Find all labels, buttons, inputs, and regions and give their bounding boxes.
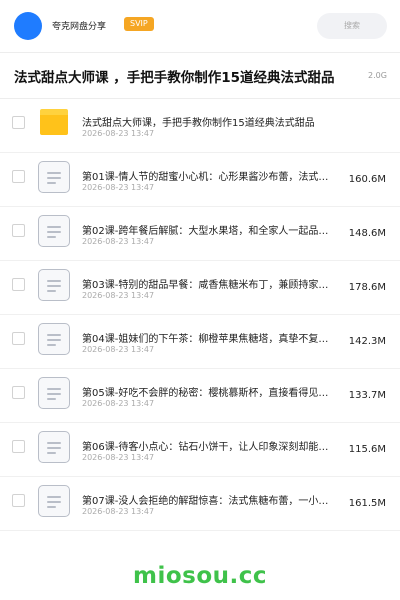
document-icon: [38, 431, 70, 463]
row-checkbox[interactable]: [12, 116, 25, 129]
watermark: miosou.cc: [132, 563, 268, 589]
folder-row[interactable]: 法式甜点大师课，手把手教你制作15道经典法式甜品 2026-08-23 13:47: [0, 99, 400, 153]
svip-badge[interactable]: SVIP: [124, 17, 154, 31]
document-icon: [38, 161, 70, 193]
file-size: 142.3M: [348, 336, 386, 347]
file-name[interactable]: 第06课-待客小点心：钻石小饼干，让人印象深刻却能…: [82, 438, 352, 453]
total-size: 2.0G: [368, 71, 387, 80]
file-name[interactable]: 第07课-没人会拒绝的解甜惊喜：法式焦糖布蕾，一小…: [82, 492, 352, 507]
file-row[interactable]: 第03课-特别的甜品早餐：咸香焦糖米布丁，兼顾持家… 2026-08-23 13:…: [0, 261, 400, 315]
document-icon: [38, 485, 70, 517]
avatar[interactable]: [14, 12, 42, 40]
file-size: 115.6M: [348, 444, 386, 455]
file-name[interactable]: 第01课-情人节的甜蜜小心机：心形果酱沙布蕾，法式…: [82, 168, 352, 183]
file-date: 2026-08-23 13:47: [82, 291, 155, 300]
site-name: 夸克网盘分享: [52, 22, 107, 32]
page-title: 法式甜点大师课 ，手把手教你制作15道经典法式甜品: [14, 70, 335, 86]
row-checkbox[interactable]: [12, 170, 25, 183]
row-checkbox[interactable]: [12, 440, 25, 453]
file-date: 2026-08-23 13:47: [82, 345, 155, 354]
file-date: 2026-08-23 13:47: [82, 399, 155, 408]
file-row[interactable]: 第07课-没人会拒绝的解甜惊喜：法式焦糖布蕾，一小… 2026-08-23 13:…: [0, 477, 400, 531]
file-name[interactable]: 第03课-特别的甜品早餐：咸香焦糖米布丁，兼顾持家…: [82, 276, 352, 291]
file-size: 133.7M: [348, 390, 386, 401]
row-checkbox[interactable]: [12, 332, 25, 345]
row-checkbox[interactable]: [12, 224, 25, 237]
file-row[interactable]: 第05课-好吃不会胖的秘密：樱桃慕斯杯，直接看得见… 2026-08-23 13:…: [0, 369, 400, 423]
row-checkbox[interactable]: [12, 278, 25, 291]
header-bar: 夸克网盘分享 SVIP 搜索: [0, 0, 400, 52]
file-row[interactable]: 第01课-情人节的甜蜜小心机：心形果酱沙布蕾，法式… 2026-08-23 13:…: [0, 153, 400, 207]
document-icon: [38, 269, 70, 301]
file-date: 2026-08-23 13:47: [82, 453, 155, 462]
file-size: 148.6M: [348, 228, 386, 239]
file-name[interactable]: 法式甜点大师课，手把手教你制作15道经典法式甜品: [82, 114, 382, 129]
document-icon: [38, 377, 70, 409]
file-size: 160.6M: [348, 174, 386, 185]
file-name[interactable]: 第02课-跨年餐后解腻：大型水果塔，和全家人一起品…: [82, 222, 352, 237]
search-input[interactable]: 搜索: [317, 13, 387, 39]
file-name[interactable]: 第05课-好吃不会胖的秘密：樱桃慕斯杯，直接看得见…: [82, 384, 352, 399]
file-row[interactable]: 第02课-跨年餐后解腻：大型水果塔，和全家人一起品… 2026-08-23 13:…: [0, 207, 400, 261]
file-row[interactable]: 第06课-待客小点心：钻石小饼干，让人印象深刻却能… 2026-08-23 13:…: [0, 423, 400, 477]
file-row[interactable]: 第04课-姐妹们的下午茶：柳橙苹果焦糖塔，真挚不复… 2026-08-23 13:…: [0, 315, 400, 369]
file-date: 2026-08-23 13:47: [82, 507, 155, 516]
share-title-row: 法式甜点大师课 ，手把手教你制作15道经典法式甜品 2.0G: [0, 53, 400, 99]
file-name[interactable]: 第04课-姐妹们的下午茶：柳橙苹果焦糖塔，真挚不复…: [82, 330, 352, 345]
row-checkbox[interactable]: [12, 494, 25, 507]
file-date: 2026-08-23 13:47: [82, 237, 155, 246]
document-icon: [38, 323, 70, 355]
file-list: 法式甜点大师课，手把手教你制作15道经典法式甜品 2026-08-23 13:47…: [0, 99, 400, 531]
folder-icon: [38, 107, 70, 139]
row-checkbox[interactable]: [12, 386, 25, 399]
file-size: 178.6M: [348, 282, 386, 293]
file-date: 2026-08-23 13:47: [82, 183, 155, 192]
file-size: 161.5M: [348, 498, 386, 509]
document-icon: [38, 215, 70, 247]
file-date: 2026-08-23 13:47: [82, 129, 155, 138]
